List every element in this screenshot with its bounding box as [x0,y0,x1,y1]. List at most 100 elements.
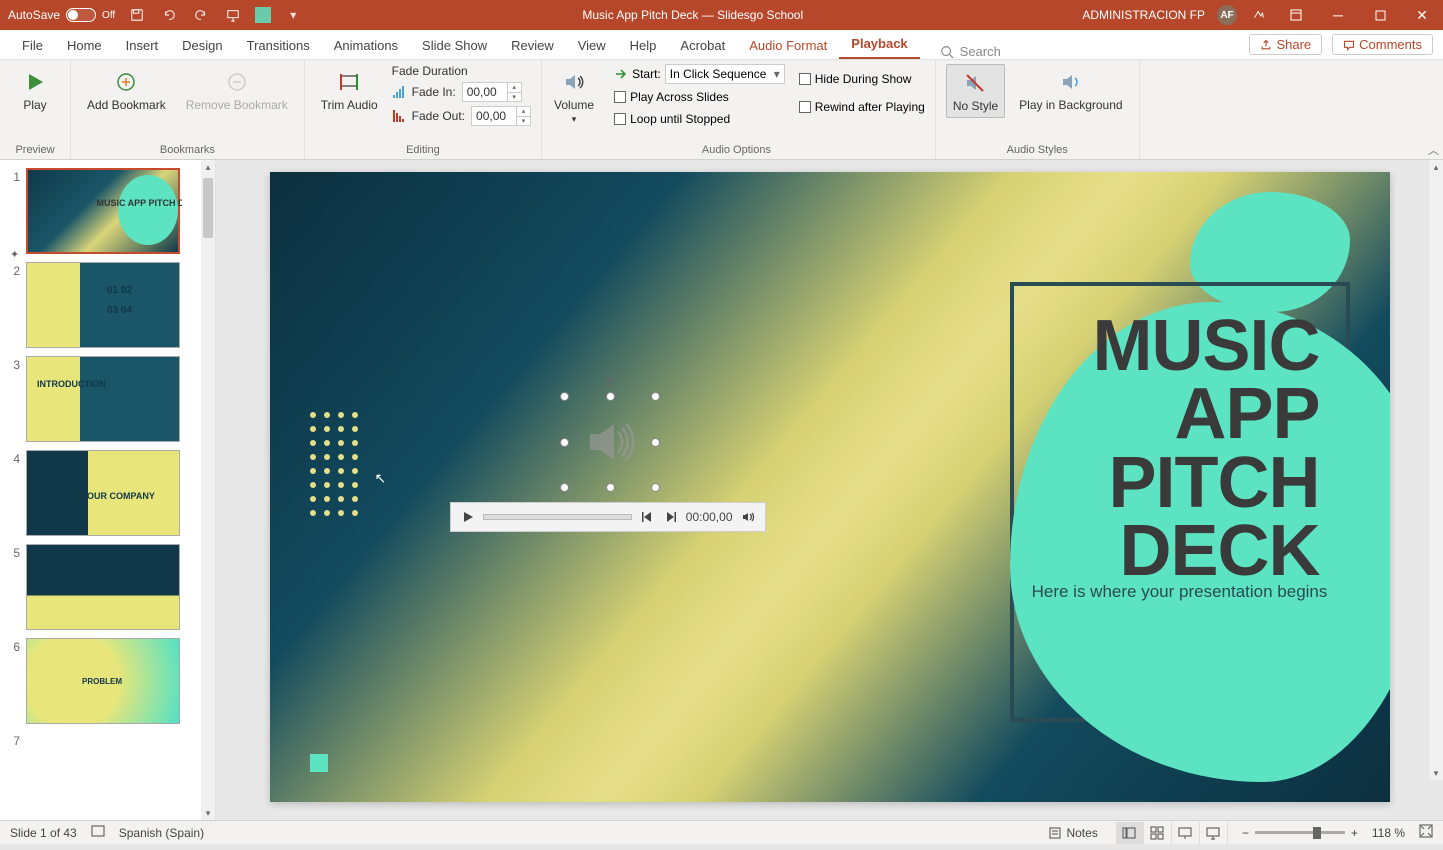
resize-handle[interactable] [560,438,569,447]
start-dropdown[interactable]: In Click Sequence [665,64,785,84]
spinner-icon[interactable]: ▴▾ [516,107,530,125]
tab-review[interactable]: Review [499,32,566,59]
audio-object[interactable]: ⟳ [570,402,650,482]
speaker-icon [582,414,638,470]
no-style-button[interactable]: No Style [946,64,1005,118]
tab-slideshow[interactable]: Slide Show [410,32,499,59]
slide-counter[interactable]: Slide 1 of 43 [10,826,77,840]
tab-design[interactable]: Design [170,32,234,59]
slideshow-from-start-icon[interactable] [223,5,243,25]
canvas-scrollbar[interactable]: ▴ ▾ [1429,160,1443,780]
slideshow-view-button[interactable] [1200,822,1228,844]
zoom-out-button[interactable]: − [1242,826,1249,840]
reading-view-button[interactable] [1172,822,1200,844]
fade-out-icon [392,109,406,123]
notes-icon [1048,826,1062,840]
close-icon[interactable]: ✕ [1407,0,1437,30]
player-skip-back-button[interactable] [638,511,656,523]
redo-icon[interactable] [191,5,211,25]
slide-thumbnail-5[interactable] [26,544,180,630]
play-button[interactable]: Play [10,64,60,116]
slide-thumbnail-2[interactable]: 01 0203 04 [26,262,180,348]
fade-in-input[interactable]: 00,00▴▾ [462,82,522,102]
share-button[interactable]: Share [1249,34,1322,55]
user-avatar[interactable]: AF [1217,5,1237,25]
accessibility-icon[interactable] [91,824,105,841]
slide-canvas[interactable]: MUSIC APP PITCH DECK Here is where your … [270,172,1390,802]
zoom-track[interactable] [1255,831,1345,834]
hide-during-show-checkbox[interactable]: Hide During Show [799,70,925,88]
resize-handle[interactable] [651,438,660,447]
normal-view-button[interactable] [1116,822,1144,844]
language-status[interactable]: Spanish (Spain) [119,826,204,840]
save-icon[interactable] [127,5,147,25]
volume-button[interactable]: Volume ▾ [548,64,600,129]
scrollbar-thumb[interactable] [203,178,213,238]
coming-soon-icon[interactable] [1249,5,1269,25]
qat-more-icon[interactable]: ▾ [283,5,303,25]
player-play-button[interactable] [459,511,477,523]
scroll-down-icon[interactable]: ▾ [1429,766,1443,780]
user-name: ADMINISTRACION FP [1082,8,1205,22]
resize-handle[interactable] [606,392,615,401]
svg-text:INTRODUCTION: INTRODUCTION [37,379,106,389]
resize-handle[interactable] [651,392,660,401]
rotate-handle-icon[interactable]: ⟳ [604,374,616,391]
play-label: Play [23,98,46,112]
notes-button[interactable]: Notes [1044,826,1101,840]
zoom-in-button[interactable]: + [1351,826,1358,840]
tab-audio-format[interactable]: Audio Format [737,32,839,59]
player-track[interactable] [483,514,632,520]
zoom-level[interactable]: 118 % [1372,826,1405,840]
scroll-down-icon[interactable]: ▾ [201,806,215,820]
no-style-label: No Style [953,99,998,113]
maximize-icon[interactable] [1365,0,1395,30]
add-bookmark-button[interactable]: Add Bookmark [81,64,172,116]
undo-icon[interactable] [159,5,179,25]
slide-title[interactable]: MUSIC APP PITCH DECK [1030,312,1320,586]
tab-file[interactable]: File [10,32,55,59]
tab-view[interactable]: View [566,32,618,59]
slide-thumbnail-1[interactable]: MUSIC APP PITCH DECK [26,168,180,254]
slide-sorter-button[interactable] [1144,822,1172,844]
search-box[interactable]: Search [940,44,1001,59]
slide-thumbnail-3[interactable]: INTRODUCTION [26,356,180,442]
scroll-up-icon[interactable]: ▴ [201,160,215,174]
spinner-icon[interactable]: ▴▾ [507,83,521,101]
audio-player: 00:00,00 [450,502,766,532]
resize-handle[interactable] [560,483,569,492]
thumbnail-scrollbar[interactable]: ▴ ▾ [201,160,215,820]
tab-acrobat[interactable]: Acrobat [668,32,737,59]
trim-audio-button[interactable]: Trim Audio [315,64,384,116]
tab-insert[interactable]: Insert [114,32,171,59]
scroll-up-icon[interactable]: ▴ [1429,160,1443,174]
decorative-blob [1290,632,1370,702]
fade-out-input[interactable]: 00,00▴▾ [471,106,531,126]
tab-home[interactable]: Home [55,32,114,59]
rewind-checkbox[interactable]: Rewind after Playing [799,98,925,116]
tab-help[interactable]: Help [618,32,669,59]
loop-checkbox[interactable]: Loop until Stopped [614,110,785,128]
comments-button[interactable]: Comments [1332,34,1433,55]
resize-handle[interactable] [606,483,615,492]
zoom-thumb[interactable] [1313,827,1321,839]
theme-color-swatch[interactable] [255,7,271,23]
minimize-icon[interactable]: ─ [1323,0,1353,30]
resize-handle[interactable] [560,392,569,401]
play-background-button[interactable]: Play in Background [1013,64,1128,116]
resize-handle[interactable] [651,483,660,492]
tab-playback[interactable]: Playback [839,30,919,59]
tab-transitions[interactable]: Transitions [235,32,322,59]
start-value: In Click Sequence [670,67,767,81]
fit-to-window-button[interactable] [1419,824,1433,841]
play-across-checkbox[interactable]: Play Across Slides [614,88,785,106]
player-skip-fwd-button[interactable] [662,511,680,523]
slide-thumbnail-4[interactable]: OUR COMPANY [26,450,180,536]
slide-subtitle[interactable]: Here is where your presentation begins [1030,582,1330,602]
collapse-ribbon-icon[interactable]: ︿ [1428,142,1439,158]
ribbon-display-icon[interactable] [1281,0,1311,30]
autosave-toggle[interactable]: AutoSave Off [8,8,115,22]
slide-thumbnail-6[interactable]: PROBLEM [26,638,180,724]
tab-animations[interactable]: Animations [322,32,410,59]
player-volume-button[interactable] [739,510,757,524]
